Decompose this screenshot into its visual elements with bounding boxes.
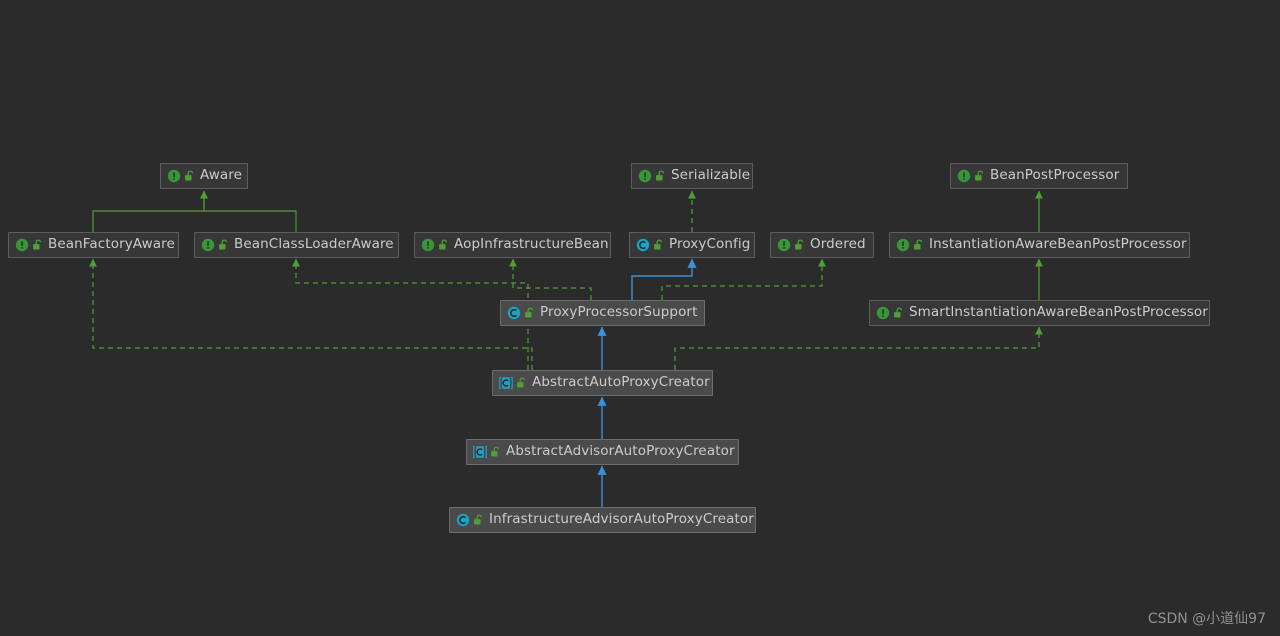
edge-abstractautoproxycreator-to-smartinstantiationaware xyxy=(674,326,1043,370)
unlocked-icon xyxy=(654,239,663,250)
unlocked-icon xyxy=(914,239,923,250)
class-node-label: BeanPostProcessor xyxy=(990,167,1120,184)
class-node-label: BeanFactoryAware xyxy=(48,236,175,253)
class-node-label: InstantiationAwareBeanPostProcessor xyxy=(929,236,1187,253)
edge-beanclassloaderaware-to-aware xyxy=(200,190,297,232)
node-icons xyxy=(507,306,535,320)
edge-beanfactoryaware-to-aware xyxy=(92,190,208,232)
class-node-beanclassloaderaware[interactable]: BeanClassLoaderAware xyxy=(194,232,399,258)
node-icons xyxy=(456,513,484,527)
class-icon xyxy=(507,306,521,320)
unlocked-icon xyxy=(33,239,42,250)
class-node-label: AbstractAutoProxyCreator xyxy=(532,374,710,391)
node-icons xyxy=(957,169,985,183)
class-node-proxyconfig[interactable]: ProxyConfig xyxy=(629,232,755,258)
class-node-label: Serializable xyxy=(671,167,751,184)
class-icon xyxy=(636,238,650,252)
unlocked-icon xyxy=(517,377,526,388)
class-node-label: SmartInstantiationAwareBeanPostProcessor xyxy=(909,304,1208,321)
unlocked-icon xyxy=(795,239,804,250)
unlocked-icon xyxy=(219,239,228,250)
class-node-beanpostprocessor[interactable]: BeanPostProcessor xyxy=(950,163,1128,189)
edge-abstractautoproxycreator-to-beanfactoryaware xyxy=(89,258,533,370)
abstract-class-icon xyxy=(499,376,513,390)
node-icons xyxy=(636,238,664,252)
edge-proxyprocessorsupport-to-proxyconfig xyxy=(631,258,697,300)
node-icons xyxy=(777,238,805,252)
class-node-label: Ordered xyxy=(810,236,866,253)
class-node-label: BeanClassLoaderAware xyxy=(234,236,394,253)
node-icons xyxy=(15,238,43,252)
node-icons xyxy=(473,445,501,459)
unlocked-icon xyxy=(439,239,448,250)
class-node-aopinfrastructurebean[interactable]: AopInfrastructureBean xyxy=(414,232,611,258)
interface-icon xyxy=(201,238,215,252)
interface-icon xyxy=(421,238,435,252)
node-icons xyxy=(499,376,527,390)
class-node-label: InfrastructureAdvisorAutoProxyCreator xyxy=(489,511,754,528)
class-node-aware[interactable]: Aware xyxy=(160,163,248,189)
class-node-label: ProxyConfig xyxy=(669,236,751,253)
class-node-serializable[interactable]: Serializable xyxy=(631,163,753,189)
class-node-smartinstantiationaware[interactable]: SmartInstantiationAwareBeanPostProcessor xyxy=(869,300,1210,326)
unlocked-icon xyxy=(185,170,194,181)
class-node-label: ProxyProcessorSupport xyxy=(540,304,698,321)
class-node-ordered[interactable]: Ordered xyxy=(770,232,874,258)
unlocked-icon xyxy=(894,307,903,318)
unlocked-icon xyxy=(525,307,534,318)
class-node-abstractadvisorautoproxycreator[interactable]: AbstractAdvisorAutoProxyCreator xyxy=(466,439,739,465)
interface-icon xyxy=(896,238,910,252)
unlocked-icon xyxy=(474,514,483,525)
node-icons xyxy=(421,238,449,252)
class-node-label: AbstractAdvisorAutoProxyCreator xyxy=(506,443,735,460)
abstract-class-icon xyxy=(473,445,487,459)
class-node-label: AopInfrastructureBean xyxy=(454,236,609,253)
interface-icon xyxy=(15,238,29,252)
node-icons xyxy=(638,169,666,183)
watermark: CSDN @小道仙97 xyxy=(1147,611,1266,627)
unlocked-icon xyxy=(491,446,500,457)
interface-icon xyxy=(638,169,652,183)
class-diagram-canvas[interactable]: Aware Serializable BeanPostProcessor BeanFa… xyxy=(0,0,1280,636)
unlocked-icon xyxy=(656,170,665,181)
edge-abstractautoproxycreator-to-beanclassloaderaware xyxy=(292,258,529,370)
class-node-infrastructureadvisorautoproxycreator[interactable]: InfrastructureAdvisorAutoProxyCreator xyxy=(449,507,756,533)
node-icons xyxy=(167,169,195,183)
node-icons xyxy=(876,306,904,320)
node-icons xyxy=(201,238,229,252)
class-node-abstractautoproxycreator[interactable]: AbstractAutoProxyCreator xyxy=(492,370,713,396)
edge-proxyprocessorsupport-to-ordered xyxy=(661,258,826,300)
interface-icon xyxy=(957,169,971,183)
unlocked-icon xyxy=(975,170,984,181)
edge-proxyprocessorsupport-to-aopinfrastructurebean xyxy=(509,258,592,300)
class-node-label: Aware xyxy=(200,167,243,184)
interface-icon xyxy=(876,306,890,320)
class-node-instantiationaware[interactable]: InstantiationAwareBeanPostProcessor xyxy=(889,232,1190,258)
interface-icon xyxy=(167,169,181,183)
node-icons xyxy=(896,238,924,252)
interface-icon xyxy=(777,238,791,252)
class-node-beanfactoryaware[interactable]: BeanFactoryAware xyxy=(8,232,179,258)
class-icon xyxy=(456,513,470,527)
class-node-proxyprocessorsupport[interactable]: ProxyProcessorSupport xyxy=(500,300,705,326)
